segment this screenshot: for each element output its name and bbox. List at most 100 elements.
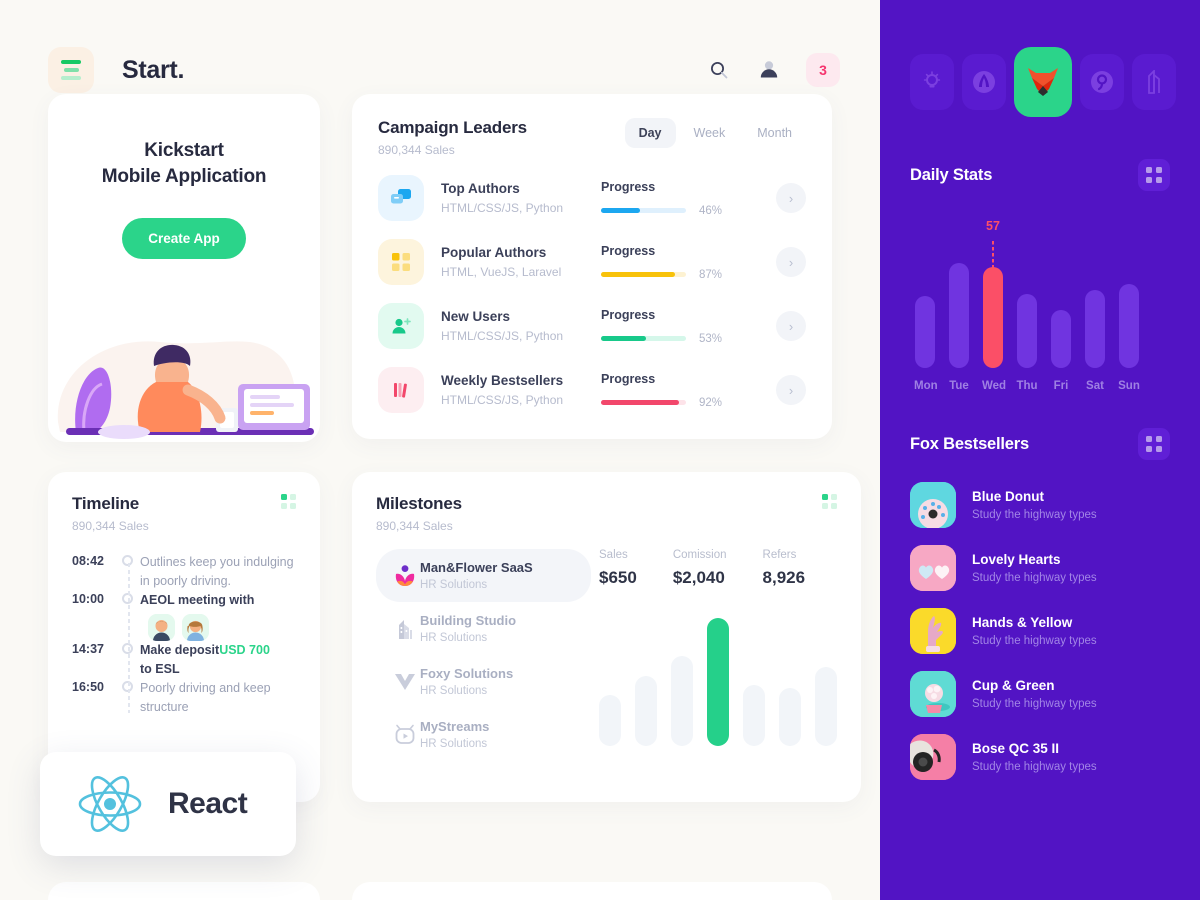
- search-icon[interactable]: [706, 57, 732, 83]
- milestone-name: Foxy Solutions: [420, 666, 514, 681]
- chart-value-label: 57: [986, 219, 1000, 233]
- right-sidebar: Daily Stats 57 Mon Tue Wed Thu Fri Sat S…: [880, 0, 1200, 900]
- tower-icon[interactable]: [1132, 54, 1176, 110]
- campaign-row-name: New Users: [441, 309, 511, 324]
- flower-logo-icon: [390, 564, 420, 588]
- list-item[interactable]: Man&Flower SaaS HR Solutions: [376, 549, 591, 602]
- donut-thumb: [910, 482, 956, 528]
- arc-icon[interactable]: [962, 54, 1006, 110]
- user-icon[interactable]: [756, 57, 782, 83]
- bar: [1085, 290, 1105, 368]
- hearts-thumb: [910, 545, 956, 591]
- campaign-row-name: Weekly Bestsellers: [441, 373, 564, 388]
- milestone-name: MyStreams: [420, 719, 490, 734]
- stat-value: 8,926: [762, 568, 806, 587]
- sidebar-app-switcher: [910, 0, 1176, 117]
- milestone-sub: HR Solutions: [420, 632, 488, 644]
- top-row: Kickstart Mobile Application Create App: [0, 94, 880, 442]
- list-item[interactable]: Blue Donut Study the highway types: [910, 482, 1170, 528]
- milestone-sub: HR Solutions: [420, 685, 488, 697]
- building-icon: [390, 618, 420, 640]
- timeline-amount: USD 700: [219, 642, 270, 657]
- list-item[interactable]: 14:37 Make deposit USD 700 to ESL: [72, 641, 296, 679]
- timeline-dot-icon: [121, 555, 133, 566]
- bestseller-sub: Study the highway types: [972, 698, 1097, 710]
- chevron-right-icon[interactable]: ›: [776, 311, 806, 341]
- milestone-name: Man&Flower SaaS: [420, 560, 533, 575]
- stat-label: Comission: [672, 549, 727, 561]
- bestseller-name: Bose QC 35 II: [972, 741, 1060, 756]
- range-month[interactable]: Month: [743, 118, 806, 148]
- list-item[interactable]: Building Studio HR Solutions: [376, 602, 591, 655]
- bar: [915, 296, 935, 368]
- list-item[interactable]: MyStreams HR Solutions: [376, 708, 591, 761]
- bar: [815, 666, 837, 746]
- lightbulb-icon[interactable]: [910, 54, 954, 110]
- campaign-row[interactable]: Popular Authors HTML, VueJS, Laravel Pro…: [378, 239, 806, 285]
- campaign-row[interactable]: Weekly Bestsellers HTML/CSS/JS, Python P…: [378, 367, 806, 413]
- grip-dots-icon[interactable]: [281, 494, 296, 509]
- bar: [599, 694, 621, 746]
- react-badge-card[interactable]: React: [40, 752, 296, 856]
- books-icon: [378, 367, 424, 413]
- timeline-avatars: [148, 613, 209, 641]
- stat-value: $2,040: [672, 568, 725, 587]
- main-area: Start. 3 Kickstart Mobile Application Cr…: [0, 0, 880, 900]
- dashboard-app: Start. 3 Kickstart Mobile Application Cr…: [0, 0, 1200, 900]
- bestseller-sub: Study the highway types: [972, 635, 1097, 647]
- hamburger-logo-icon[interactable]: [48, 47, 94, 93]
- chevron-right-icon[interactable]: ›: [776, 183, 806, 213]
- chevron-right-icon[interactable]: ›: [776, 247, 806, 277]
- grip-dots-icon[interactable]: [1138, 428, 1170, 460]
- campaign-row[interactable]: New Users HTML/CSS/JS, Python Progress 5…: [378, 303, 806, 349]
- milestones-card: Milestones 890,344 Sales Man&Flower SaaS…: [352, 472, 861, 802]
- hands-thumb: [910, 608, 956, 654]
- bestsellers-header: Fox Bestsellers: [910, 428, 1170, 460]
- second-row: Timeline 890,344 Sales 08:42 Outlines ke…: [0, 442, 880, 802]
- axis-tick: Thu: [1016, 380, 1038, 392]
- next-card-preview: [352, 882, 832, 900]
- chevron-right-icon[interactable]: ›: [776, 375, 806, 405]
- progress-track: [601, 208, 686, 213]
- chat-bubbles-icon: [378, 175, 424, 221]
- illustration-person-at-desk: [57, 341, 314, 439]
- bar: [1119, 284, 1139, 368]
- bestseller-sub: Study the highway types: [972, 509, 1097, 521]
- grip-dots-icon[interactable]: [1138, 159, 1170, 191]
- timeline-subtitle: 890,344 Sales: [72, 519, 149, 533]
- range-week[interactable]: Week: [680, 118, 740, 148]
- fox-mark-icon: [390, 672, 420, 692]
- next-card-preview: [48, 882, 320, 900]
- list-item[interactable]: Lovely Hearts Study the highway types: [910, 545, 1170, 591]
- bestseller-name: Blue Donut: [972, 489, 1044, 504]
- bar: [1017, 294, 1037, 368]
- list-item[interactable]: 08:42 Outlines keep you indulging in poo…: [72, 553, 296, 591]
- list-item[interactable]: Foxy Solutions HR Solutions: [376, 655, 591, 708]
- list-item[interactable]: Cup & Green Study the highway types: [910, 671, 1170, 717]
- daily-stats-title: Daily Stats: [910, 165, 993, 184]
- bar: [779, 688, 801, 746]
- campaign-row-desc: HTML/CSS/JS, Python: [441, 393, 564, 407]
- list-item[interactable]: 16:50 Poorly driving and keep structure: [72, 679, 296, 717]
- fox-logo-icon[interactable]: [1014, 47, 1072, 117]
- progress-percent: 87%: [699, 268, 723, 281]
- axis-tick: Wed: [982, 380, 1007, 392]
- stat-value: $650: [599, 568, 637, 587]
- milestone-sub: HR Solutions: [420, 738, 488, 750]
- kickstart-card: Kickstart Mobile Application Create App: [48, 94, 320, 442]
- timeline-text: Outlines keep you indulging in poorly dr…: [140, 555, 294, 588]
- timeline-dot-icon: [121, 593, 133, 604]
- campaign-row[interactable]: Top Authors HTML/CSS/JS, Python Progress…: [378, 175, 806, 221]
- progress-label: Progress: [601, 371, 656, 386]
- daily-stats-axis-labels: Mon Tue Wed Thu Fri Sat Sun: [910, 380, 1170, 392]
- create-app-button[interactable]: Create App: [122, 218, 246, 260]
- list-item[interactable]: 10:00 AEOL meeting with: [72, 591, 296, 641]
- range-day[interactable]: Day: [624, 118, 676, 148]
- nine-circle-icon[interactable]: [1080, 54, 1124, 110]
- campaign-subtitle: 890,344 Sales: [378, 143, 455, 157]
- list-item[interactable]: Hands & Yellow Study the highway types: [910, 608, 1170, 654]
- grip-dots-icon[interactable]: [822, 494, 837, 509]
- list-item[interactable]: Bose QC 35 II Study the highway types: [910, 734, 1170, 780]
- notification-badge[interactable]: 3: [806, 53, 840, 87]
- stat-sales: Sales $650: [599, 549, 637, 588]
